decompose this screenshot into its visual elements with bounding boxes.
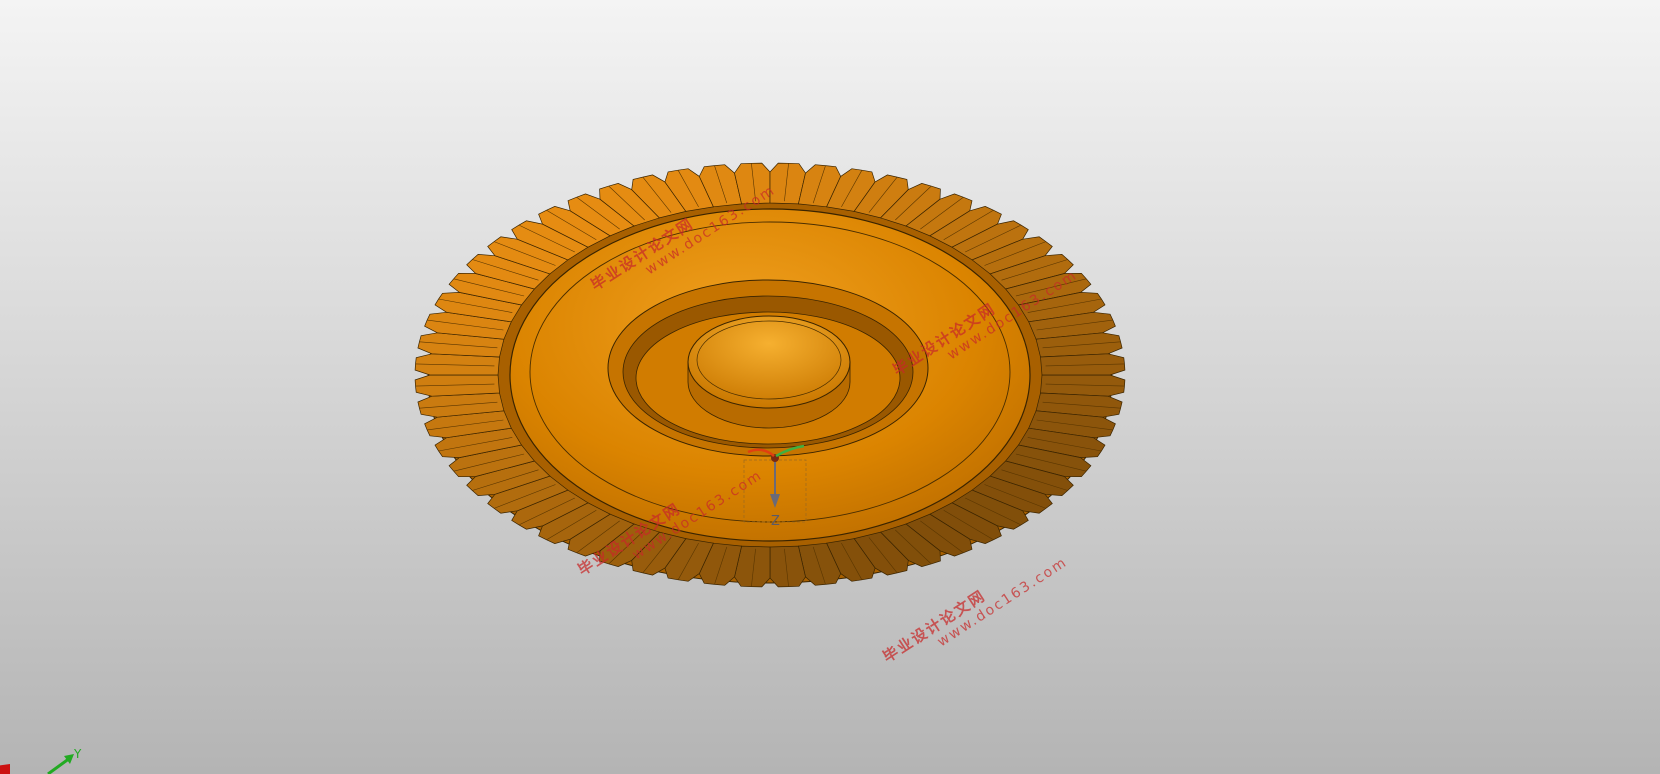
y-axis-label: Y xyxy=(73,747,82,761)
3d-viewport[interactable]: Z 毕业设计论文网 www.doc163.com 毕业设计论文网 www.doc… xyxy=(0,0,1660,774)
y-axis-line xyxy=(47,756,71,774)
hub-top[interactable] xyxy=(687,315,851,409)
z-axis-label: Z xyxy=(771,514,780,529)
gear-scene[interactable]: Z xyxy=(0,0,1660,774)
x-axis-arrow-icon xyxy=(0,764,10,774)
coordinate-triad[interactable]: Y xyxy=(0,744,100,774)
